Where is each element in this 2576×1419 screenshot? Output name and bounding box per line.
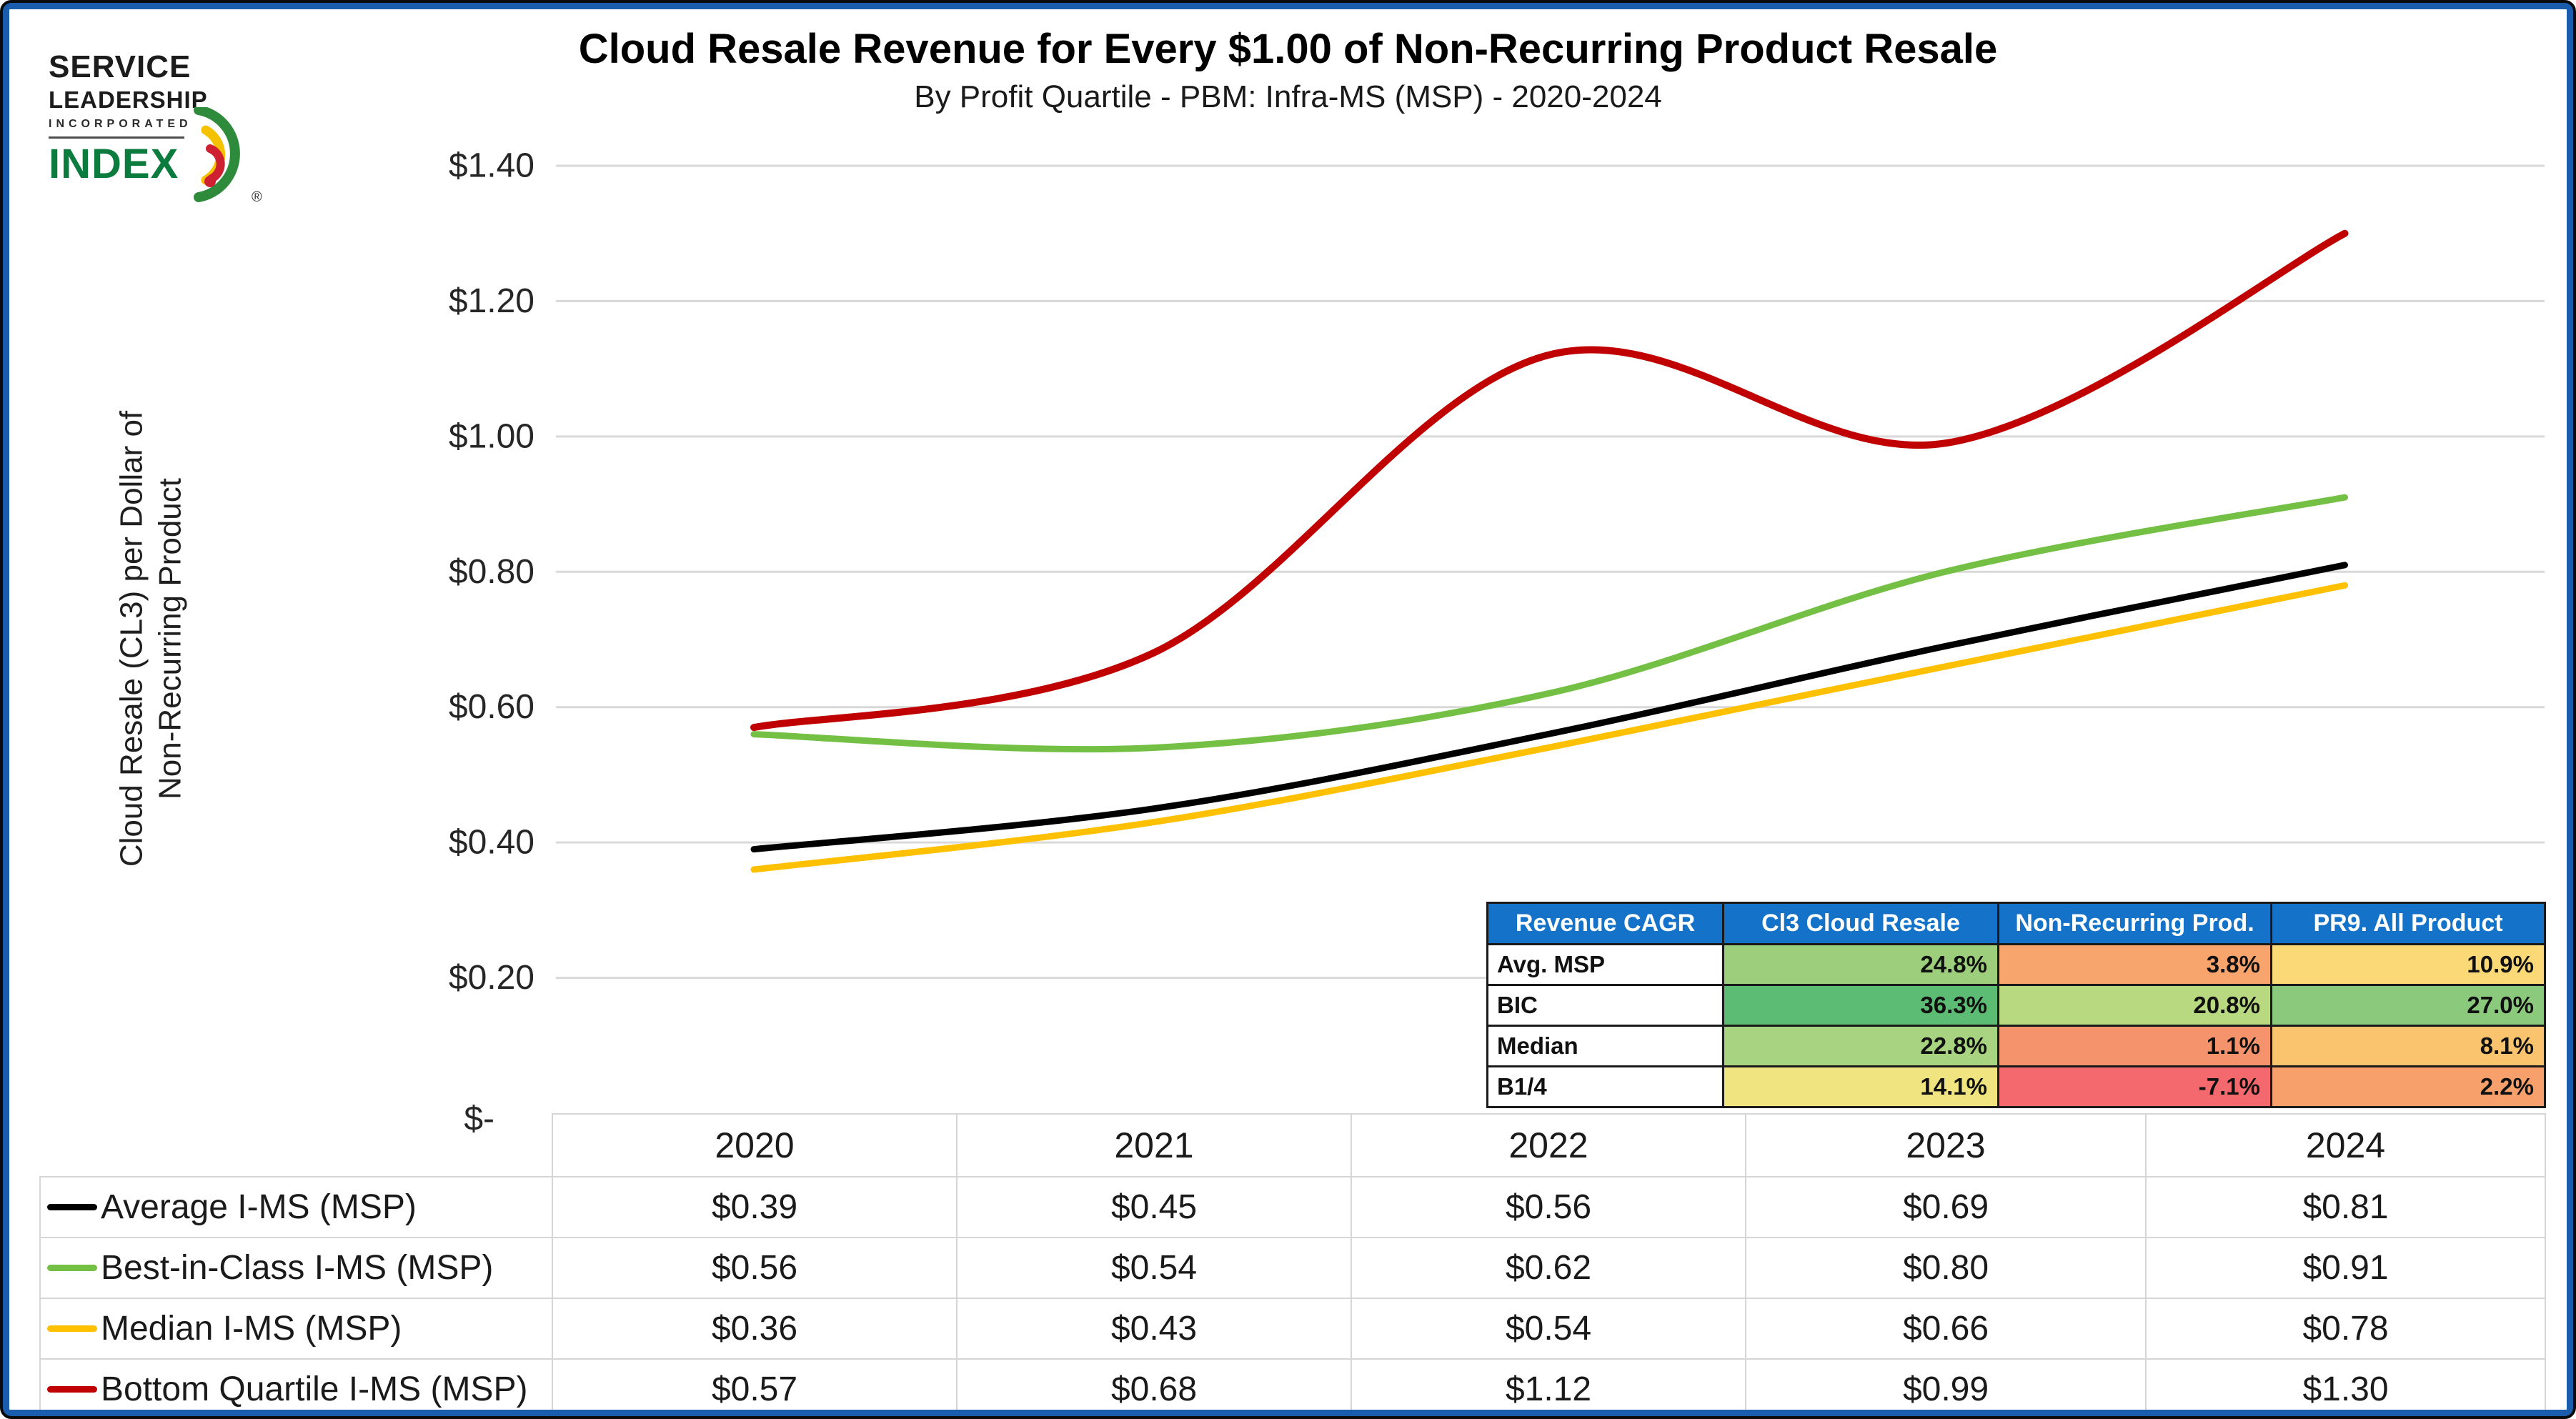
year-header-cell-2023: 2023	[1746, 1114, 2146, 1177]
year-header-cell-2022: 2022	[1351, 1114, 1746, 1177]
corner-cell	[40, 1114, 552, 1177]
legend-label: Bottom Quartile I-MS (MSP)	[101, 1370, 527, 1409]
cagr-value-cell: 1.1%	[1999, 1026, 2272, 1067]
y-tick-label: $0.80	[449, 553, 534, 591]
cagr-value-cell: 3.8%	[1999, 945, 2272, 985]
cagr-header-row: Revenue CAGRCl3 Cloud ResaleNon-Recurrin…	[1488, 903, 2545, 945]
legend-label: Median I-MS (MSP)	[101, 1309, 402, 1348]
legend-cell: Average I-MS (MSP)	[40, 1177, 552, 1238]
legend-line-marker	[47, 1265, 97, 1271]
legend-line-marker	[47, 1325, 97, 1332]
cagr-header-cell-pr9-all-product: PR9. All Product	[2272, 903, 2545, 945]
cagr-value-cell: 2.2%	[2272, 1067, 2545, 1107]
value-cell: $0.62	[1351, 1238, 1746, 1298]
y-tick-label: $1.40	[449, 147, 534, 185]
cagr-row-avg-msp: Avg. MSP24.8%3.8%10.9%	[1488, 945, 2545, 985]
value-cell: $0.81	[2146, 1177, 2545, 1238]
chart-subtitle: By Profit Quartile - PBM: Infra-MS (MSP)…	[0, 79, 2576, 115]
value-cell: $0.78	[2146, 1298, 2545, 1359]
data-table: 20202021202220232024 Average I-MS (MSP) $0…	[39, 1113, 2546, 1419]
y-axis-title-line: Non-Recurring Product	[153, 478, 188, 800]
cagr-value-cell: 36.3%	[1724, 985, 1999, 1026]
y-tick-label: $0.60	[449, 688, 534, 726]
legend-cell: Bottom Quartile I-MS (MSP)	[40, 1359, 552, 1419]
value-cell: $0.56	[552, 1238, 957, 1298]
legend-cell: Best-in-Class I-MS (MSP)	[40, 1238, 552, 1298]
y-tick-label: $1.00	[449, 417, 534, 455]
value-cell: $0.91	[2146, 1238, 2545, 1298]
y-tick-label: $0.40	[449, 824, 534, 862]
y-axis-title-line: Cloud Resale (CL3) per Dollar of	[114, 410, 149, 867]
value-cell: $1.30	[2146, 1359, 2545, 1419]
year-header-cell-2024: 2024	[2146, 1114, 2545, 1177]
table-row-median-i-ms-msp: Median I-MS (MSP) $0.36$0.43$0.54$0.66$0.…	[40, 1298, 2545, 1359]
table-row-best-in-class-i-ms-msp: Best-in-Class I-MS (MSP)$0.56$0.54$0.62$…	[40, 1238, 2545, 1298]
cagr-header-cell-revenue-cagr: Revenue CAGR	[1488, 903, 1724, 945]
cagr-row-bic: BIC36.3%20.8%27.0%	[1488, 985, 2545, 1026]
year-header-row: 20202021202220232024	[40, 1114, 2545, 1177]
cagr-value-cell: -7.1%	[1999, 1067, 2272, 1107]
chart-title: Cloud Resale Revenue for Every $1.00 of …	[0, 26, 2576, 74]
cagr-header-cell-non-recurring-prod: Non-Recurring Prod.	[1999, 903, 2272, 945]
legend-line-marker	[47, 1204, 97, 1210]
revenue-cagr-table: Revenue CAGRCl3 Cloud ResaleNon-Recurrin…	[1486, 902, 2546, 1108]
value-cell: $0.69	[1746, 1177, 2146, 1238]
legend-cell: Median I-MS (MSP)	[40, 1298, 552, 1359]
cagr-row-b1-4: B1/414.1%-7.1%2.2%	[1488, 1067, 2545, 1107]
logo-service-text: SERVICE	[49, 51, 292, 83]
table-row-bottom-quartile-i-ms-msp: Bottom Quartile I-MS (MSP) $0.57$0.68$1.1…	[40, 1359, 2545, 1419]
cagr-value-cell: 24.8%	[1724, 945, 1999, 985]
logo-arcs-icon: ®	[189, 107, 267, 207]
cagr-value-cell: 14.1%	[1724, 1067, 1999, 1107]
legend-label: Best-in-Class I-MS (MSP)	[101, 1248, 493, 1288]
value-cell: $0.39	[552, 1177, 957, 1238]
value-cell: $0.54	[957, 1238, 1351, 1298]
series-line-best-in-class-i-ms-msp	[754, 497, 2345, 750]
value-cell: $0.54	[1351, 1298, 1746, 1359]
cagr-value-cell: 27.0%	[2272, 985, 2545, 1026]
y-tick-label: $1.20	[449, 282, 534, 320]
cagr-value-cell: 8.1%	[2272, 1026, 2545, 1067]
series-line-bottom-quartile-i-ms-msp	[754, 234, 2345, 727]
year-header-cell-2020: 2020	[552, 1114, 957, 1177]
logo-divider	[49, 136, 184, 139]
value-cell: $0.56	[1351, 1177, 1746, 1238]
cagr-value-cell: 22.8%	[1724, 1026, 1999, 1067]
cagr-label-cell: Median	[1488, 1026, 1724, 1067]
chart-titles: Cloud Resale Revenue for Every $1.00 of …	[0, 26, 2576, 115]
value-cell: $0.66	[1746, 1298, 2146, 1359]
y-tick-label: $0.20	[449, 959, 534, 997]
cagr-value-cell: 10.9%	[2272, 945, 2545, 985]
value-cell: $0.99	[1746, 1359, 2146, 1419]
cagr-value-cell: 20.8%	[1999, 985, 2272, 1026]
cagr-header-cell-cl3-cloud-resale: Cl3 Cloud Resale	[1724, 903, 1999, 945]
legend-line-marker	[47, 1386, 97, 1393]
value-cell: $0.57	[552, 1359, 957, 1419]
value-cell: $0.43	[957, 1298, 1351, 1359]
cagr-label-cell: Avg. MSP	[1488, 945, 1724, 985]
year-header-cell-2021: 2021	[957, 1114, 1351, 1177]
table-row-average-i-ms-msp: Average I-MS (MSP) $0.39$0.45$0.56$0.69$0…	[40, 1177, 2545, 1238]
chart-page: SERVICE LEADERSHIP INCORPORATED INDEX ® …	[0, 0, 2576, 1419]
value-cell: $1.12	[1351, 1359, 1746, 1419]
cagr-row-median: Median22.8%1.1%8.1%	[1488, 1026, 2545, 1067]
service-leadership-index-logo: SERVICE LEADERSHIP INCORPORATED INDEX ®	[49, 51, 292, 185]
registered-mark: ®	[252, 189, 262, 205]
value-cell: $0.36	[552, 1298, 957, 1359]
cagr-label-cell: B1/4	[1488, 1067, 1724, 1107]
value-cell: $0.45	[957, 1177, 1351, 1238]
value-cell: $0.80	[1746, 1238, 2146, 1298]
cagr-label-cell: BIC	[1488, 985, 1724, 1026]
legend-label: Average I-MS (MSP)	[101, 1188, 417, 1227]
value-cell: $0.68	[957, 1359, 1351, 1419]
